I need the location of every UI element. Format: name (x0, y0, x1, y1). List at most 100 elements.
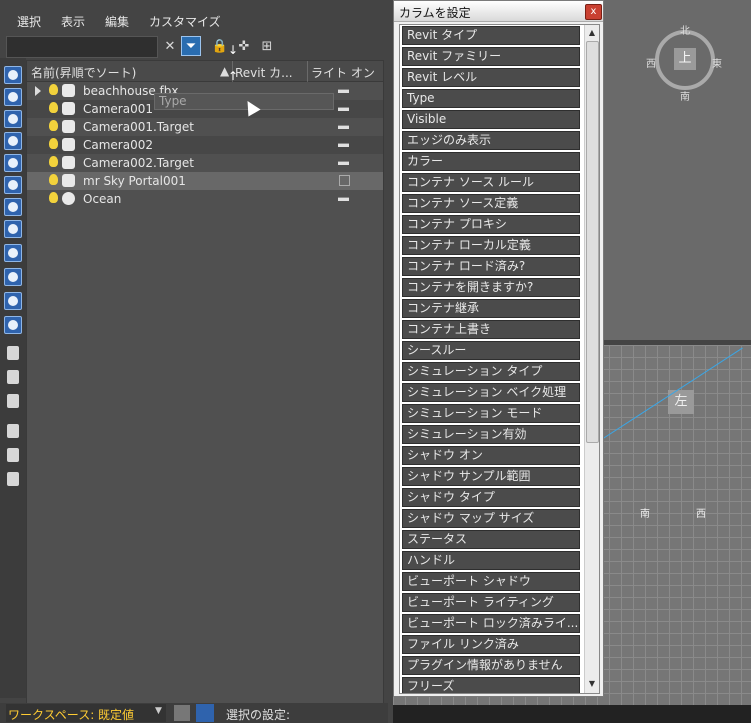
column-option[interactable]: フリーズ (402, 677, 580, 693)
container-filter-icon[interactable] (4, 268, 22, 286)
group-filter-icon[interactable] (4, 198, 22, 216)
bone-filter-icon[interactable] (4, 244, 22, 262)
clear-search-icon[interactable]: ✕ (160, 36, 180, 56)
display-none-icon[interactable] (7, 370, 19, 384)
column-option[interactable]: コンテナ プロキシ (402, 215, 580, 234)
column-option[interactable]: シミュレーション ベイク処理 (402, 383, 580, 402)
group-icon (62, 84, 75, 97)
display-invert-icon[interactable] (7, 394, 19, 408)
light-on-toggle[interactable] (338, 125, 349, 129)
column-option[interactable]: コンテナ ロード済み? (402, 257, 580, 276)
column-option[interactable]: シミュレーション有効 (402, 425, 580, 444)
column-option[interactable]: シャドウ サンプル範囲 (402, 467, 580, 486)
menu-edit[interactable]: 編集 (105, 13, 129, 30)
light-bulb-icon[interactable] (49, 156, 58, 167)
column-header-revit-category[interactable]: Revit カ... (235, 64, 305, 81)
column-option[interactable]: ビューポート シャドウ (402, 572, 580, 591)
filter-toolbar (0, 58, 26, 698)
column-option[interactable]: Type (402, 89, 580, 108)
search-input[interactable] (6, 36, 158, 58)
helper-filter-icon[interactable] (4, 154, 22, 172)
tree-row-selected[interactable]: mr Sky Portal001 (27, 172, 383, 190)
column-option[interactable]: ファイル リンク済み (402, 635, 580, 654)
column-option[interactable]: コンテナ ローカル定義 (402, 236, 580, 255)
menu-select[interactable]: 選択 (17, 13, 41, 30)
column-option[interactable]: Revit ファミリー (402, 47, 580, 66)
light-on-toggle[interactable] (338, 143, 349, 147)
light-on-toggle[interactable] (338, 197, 349, 201)
scroll-thumb[interactable] (586, 41, 599, 443)
hidden-filter-icon[interactable] (4, 316, 22, 334)
spacewarp-filter-icon[interactable] (4, 176, 22, 194)
column-option[interactable]: カラー (402, 152, 580, 171)
column-option[interactable]: シャドウ タイプ (402, 488, 580, 507)
camera-filter-icon[interactable] (4, 132, 22, 150)
frozen-filter-icon[interactable] (4, 292, 22, 310)
hierarchy-mode-icon[interactable] (196, 704, 214, 722)
object-name: mr Sky Portal001 (83, 174, 186, 188)
object-name: Camera002 (83, 138, 153, 152)
lock-icon[interactable]: 🔒 (210, 36, 230, 56)
column-option[interactable]: ステータス (402, 530, 580, 549)
light-on-toggle[interactable] (338, 161, 349, 165)
tree-row[interactable]: Camera002.Target (27, 154, 383, 172)
light-bulb-icon[interactable] (49, 192, 58, 203)
scroll-down-icon[interactable]: ▼ (585, 677, 599, 691)
light-bulb-icon[interactable] (49, 84, 58, 95)
column-option[interactable]: コンテナを開きますか? (402, 278, 580, 297)
timeline-bar[interactable] (393, 705, 751, 723)
light-bulb-icon[interactable] (49, 120, 58, 131)
light-on-toggle[interactable] (338, 107, 349, 111)
funnel-icon[interactable] (7, 424, 19, 438)
scrollbar[interactable]: ▲ ▼ (584, 25, 599, 693)
layer-filter-icon[interactable] (7, 472, 19, 486)
column-option[interactable]: シャドウ オン (402, 446, 580, 465)
tree-row[interactable]: Ocean (27, 190, 383, 208)
xref-filter-icon[interactable] (4, 220, 22, 238)
column-header-name[interactable]: 名前(昇順でソート) (31, 64, 227, 81)
chevron-down-icon[interactable]: ▼ (155, 706, 162, 716)
column-option[interactable]: ビューポート ライティング (402, 593, 580, 612)
filter-toggle-icon[interactable]: ⏷ (181, 36, 201, 56)
expand-arrow-icon[interactable] (35, 86, 41, 96)
layers-icon[interactable] (174, 705, 190, 721)
column-option[interactable]: コンテナ継承 (402, 299, 580, 318)
menu-display[interactable]: 表示 (61, 13, 85, 30)
light-bulb-icon[interactable] (49, 138, 58, 149)
hierarchy-icon[interactable]: ⊞ (257, 36, 277, 56)
column-option[interactable]: シースルー (402, 341, 580, 360)
column-option[interactable]: コンテナ上書き (402, 320, 580, 339)
column-header-light-on[interactable]: ライト オン (311, 64, 381, 81)
light-filter-icon[interactable] (4, 110, 22, 128)
column-option[interactable]: プラグイン情報がありません (402, 656, 580, 675)
column-option[interactable]: ハンドル (402, 551, 580, 570)
column-option[interactable]: エッジのみ表示 (402, 131, 580, 150)
dialog-title-bar[interactable]: カラムを設定 x (394, 1, 603, 22)
viewcube-top[interactable]: 上 (655, 30, 715, 90)
shape-filter-icon[interactable] (4, 88, 22, 106)
light-on-checkbox[interactable] (339, 175, 350, 186)
column-option[interactable]: Visible (402, 110, 580, 129)
viewcube-face-top[interactable]: 上 (674, 48, 696, 70)
column-option[interactable]: シミュレーション モード (402, 404, 580, 423)
column-option[interactable]: ビューポート ロック済みライ... (402, 614, 580, 633)
column-option[interactable]: コンテナ ソース ルール (402, 173, 580, 192)
tree-row[interactable]: Camera002 (27, 136, 383, 154)
display-all-icon[interactable] (7, 346, 19, 360)
scroll-up-icon[interactable]: ▲ (585, 26, 599, 40)
column-divider[interactable] (307, 61, 308, 81)
column-option[interactable]: コンテナ ソース定義 (402, 194, 580, 213)
column-option[interactable]: Revit レベル (402, 68, 580, 87)
filter-settings-icon[interactable] (7, 448, 19, 462)
tree-row[interactable]: Camera001.Target (27, 118, 383, 136)
column-option[interactable]: シミュレーション タイプ (402, 362, 580, 381)
menu-customize[interactable]: カスタマイズ (149, 13, 221, 30)
column-option[interactable]: Revit タイプ (402, 26, 580, 45)
light-bulb-icon[interactable] (49, 102, 58, 113)
light-on-toggle[interactable] (338, 89, 349, 93)
column-option[interactable]: シャドウ マップ サイズ (402, 509, 580, 528)
sphere-icon (62, 192, 75, 205)
geometry-filter-icon[interactable] (4, 66, 22, 84)
light-bulb-icon[interactable] (49, 174, 58, 185)
close-icon[interactable]: x (585, 4, 602, 20)
